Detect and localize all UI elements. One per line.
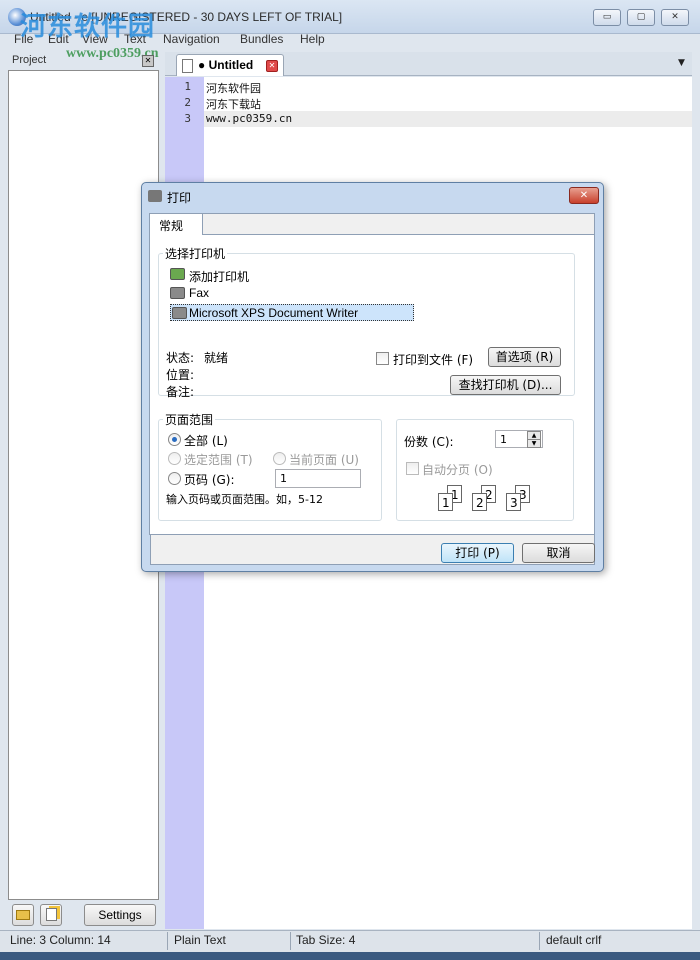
settings-button[interactable]: Settings (84, 904, 156, 926)
line-number: 1 (184, 80, 191, 93)
dialog-close-button[interactable]: ✕ (569, 187, 599, 204)
page-range-label: 页面范围 (163, 411, 216, 428)
line-number: 2 (184, 96, 191, 109)
tab-general-label: 常规 (159, 219, 184, 233)
tab-untitled[interactable]: ● Untitled ✕ (176, 54, 284, 76)
dialog-title: 打印 (167, 191, 192, 205)
tab-size-selector[interactable]: Tab Size: 4 (296, 933, 355, 947)
maximize-button[interactable]: ▢ (627, 9, 655, 26)
range-pages-radio[interactable] (168, 472, 181, 485)
line-ending-selector[interactable]: default crlf (546, 933, 601, 947)
tab-general[interactable]: 常规 (149, 213, 203, 235)
code-line[interactable]: 河东下载站 (206, 96, 261, 112)
printer-item-add[interactable]: 添加打印机 (189, 268, 249, 285)
range-all-label: 全部 (L) (184, 434, 228, 448)
location-label: 位置: (166, 368, 195, 382)
collate-page-icon: 3 (506, 493, 521, 511)
collate-page-icon: 2 (472, 493, 487, 511)
status-value: 就绪 (204, 351, 229, 365)
collate-label: 自动分页 (O) (422, 463, 493, 477)
select-printer-label: 选择打印机 (163, 245, 228, 262)
cancel-button[interactable]: 取消 (522, 543, 595, 563)
folder-icon (16, 910, 30, 920)
code-line[interactable]: www.pc0359.cn (206, 112, 292, 125)
tab-close-icon[interactable]: ✕ (266, 60, 278, 72)
project-panel-title: Project (12, 54, 47, 66)
tab-list-dropdown-icon[interactable]: ▼ (678, 58, 685, 68)
status-divider (167, 932, 168, 950)
printer-icon (148, 190, 162, 202)
preferences-button[interactable]: 首选项 (R) (488, 347, 561, 367)
range-current-radio[interactable] (273, 452, 286, 465)
document-icon (182, 59, 193, 73)
range-pages-label: 页码 (G): (184, 473, 235, 487)
menu-bundles[interactable]: Bundles (240, 32, 283, 46)
project-panel[interactable] (8, 70, 159, 900)
pages-input[interactable]: 1 (275, 469, 361, 488)
status-divider (290, 932, 291, 950)
find-printer-button[interactable]: 查找打印机 (D)... (450, 375, 561, 395)
add-printer-icon (170, 268, 185, 280)
print-button[interactable]: 打印 (P) (441, 543, 514, 563)
print-to-file-label: 打印到文件 (F) (393, 353, 474, 367)
open-folder-button[interactable] (12, 904, 34, 926)
status-divider (539, 932, 540, 950)
xps-printer-icon (172, 307, 187, 319)
fax-icon (170, 287, 185, 299)
minimize-button[interactable]: ▭ (593, 9, 621, 26)
cursor-position: Line: 3 Column: 14 (10, 933, 111, 947)
code-line[interactable]: 河东软件园 (206, 80, 261, 96)
os-taskbar (0, 952, 700, 960)
copies-label: 份数 (C): (404, 435, 454, 449)
printer-item-fax[interactable]: Fax (189, 286, 209, 300)
close-button[interactable]: ✕ (661, 9, 689, 26)
printer-item-xps[interactable]: Microsoft XPS Document Writer (170, 304, 414, 321)
comment-label: 备注: (166, 385, 195, 399)
new-file-icon (45, 908, 57, 921)
project-close-icon[interactable]: ✕ (142, 55, 154, 67)
range-current-label: 当前页面 (U) (289, 453, 359, 467)
menu-help[interactable]: Help (300, 32, 325, 46)
tab-label: ● Untitled (198, 58, 254, 72)
copies-down-icon[interactable]: ▼ (527, 439, 541, 448)
range-all-radio[interactable] (168, 433, 181, 446)
syntax-selector[interactable]: Plain Text (174, 933, 226, 947)
line-number: 3 (184, 112, 191, 125)
range-selection-label: 选定范围 (T) (184, 453, 253, 467)
collate-checkbox[interactable] (406, 462, 419, 475)
print-to-file-checkbox[interactable] (376, 352, 389, 365)
range-hint: 输入页码或页面范围。如，5-12 (166, 493, 323, 506)
range-selection-radio[interactable] (168, 452, 181, 465)
collate-page-icon: 1 (438, 493, 453, 511)
watermark-logo: 河东软件园 (20, 12, 156, 42)
dialog-tab-panel: 选择打印机 添加打印机 Fax Microsoft XPS Document W… (149, 234, 595, 535)
printer-item-xps-label: Microsoft XPS Document Writer (189, 306, 359, 320)
menu-navigation[interactable]: Navigation (163, 32, 220, 46)
print-dialog: 打印 ✕ 常规 选择打印机 添加打印机 Fax Microsoft XPS Do… (141, 182, 604, 572)
new-file-button[interactable] (40, 904, 62, 926)
status-label: 状态: (166, 351, 195, 365)
